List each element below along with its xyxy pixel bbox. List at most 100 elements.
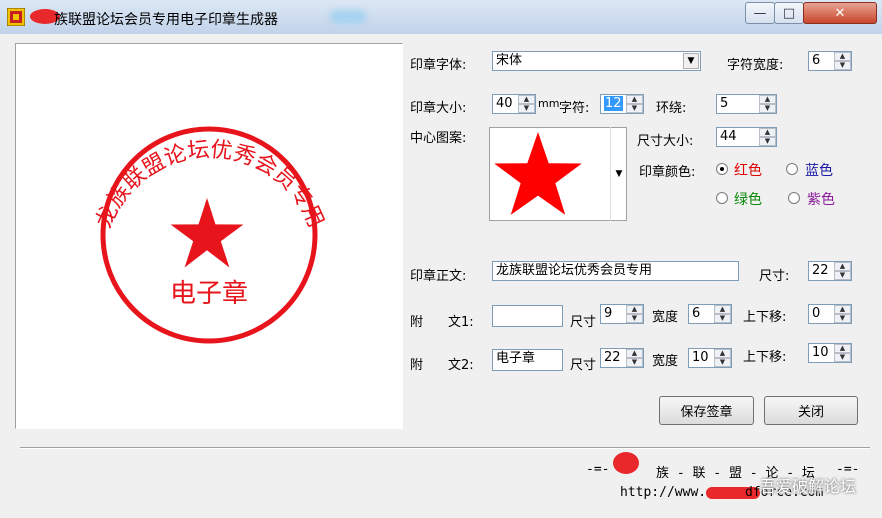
stamp-sub-text: 电子章 <box>170 279 248 309</box>
title-bar: 族联盟论坛会员专用电子印章生成器 — □ ✕ <box>0 0 882 34</box>
spin-up-icon[interactable]: ▲ <box>626 349 643 358</box>
spin-up-icon[interactable]: ▲ <box>759 95 776 104</box>
close-button[interactable]: 关闭 <box>764 396 858 425</box>
spin-up-icon[interactable]: ▲ <box>834 52 851 61</box>
sub2-input[interactable]: 电子章 <box>492 349 563 371</box>
spin-down-icon[interactable]: ▼ <box>714 358 731 367</box>
spin-buttons[interactable]: ▲ ▼ <box>834 305 851 323</box>
spin-buttons[interactable]: ▲ ▼ <box>759 128 776 146</box>
spin-buttons[interactable]: ▲ ▼ <box>714 305 731 323</box>
sub2-label-b: 文2: <box>448 358 474 373</box>
sub2-shift-label: 上下移: <box>743 350 787 365</box>
spin-down-icon[interactable]: ▼ <box>626 104 643 113</box>
spin-down-icon[interactable]: ▼ <box>834 61 851 70</box>
radio-green-label[interactable]: 绿色 <box>734 189 762 209</box>
app-icon <box>7 8 25 26</box>
spin-up-icon[interactable]: ▲ <box>714 349 731 358</box>
font-select[interactable]: 宋体 ▼ <box>492 51 701 71</box>
body-text-value: 龙族联盟论坛优秀会员专用 <box>496 263 653 278</box>
font-label: 印章字体: <box>410 58 467 73</box>
sub2-shift-spinner[interactable]: 10 ▲ ▼ <box>808 343 852 363</box>
spin-buttons[interactable]: ▲ ▼ <box>626 349 643 367</box>
sub1-shift-spinner[interactable]: 0 ▲ ▼ <box>808 304 852 324</box>
pattern-size-spinner[interactable]: 44 ▲ ▼ <box>716 127 777 147</box>
sub1-label-b: 文1: <box>448 315 474 330</box>
char-width-spinner[interactable]: 6 ▲ ▼ <box>808 51 852 71</box>
radio-blue-label[interactable]: 蓝色 <box>805 160 833 180</box>
sub1-width-value: 6 <box>692 306 701 321</box>
sub1-size-label: 尺寸 <box>570 315 597 330</box>
spin-buttons[interactable]: ▲ ▼ <box>834 52 851 70</box>
spin-down-icon[interactable]: ▼ <box>714 314 731 323</box>
body-size-label: 尺寸: <box>759 269 790 284</box>
spin-down-icon[interactable]: ▼ <box>626 314 643 323</box>
radio-green[interactable] <box>716 192 728 204</box>
center-pattern-select[interactable] <box>489 127 627 221</box>
spin-buttons[interactable]: ▲ ▼ <box>834 262 851 280</box>
radio-purple[interactable] <box>788 192 800 204</box>
radio-blue[interactable] <box>786 163 798 175</box>
sub2-size-spinner[interactable]: 22 ▲ ▼ <box>600 348 644 368</box>
body-text-label: 印章正文: <box>410 269 467 284</box>
pattern-dropdown-arrow[interactable]: ▼ <box>610 127 627 221</box>
sub2-width-value: 10 <box>692 350 709 365</box>
body-text-input[interactable]: 龙族联盟论坛优秀会员专用 <box>492 261 739 281</box>
sub1-width-label: 宽度 <box>652 310 679 325</box>
spin-up-icon[interactable]: ▲ <box>834 262 851 271</box>
window-title: 族联盟论坛会员专用电子印章生成器 <box>54 12 278 28</box>
spin-up-icon[interactable]: ▲ <box>714 305 731 314</box>
body-size-spinner[interactable]: 22 ▲ ▼ <box>808 261 852 281</box>
spin-buttons[interactable]: ▲ ▼ <box>759 95 776 113</box>
spin-down-icon[interactable]: ▼ <box>834 271 851 280</box>
sub1-size-spinner[interactable]: 9 ▲ ▼ <box>600 304 644 324</box>
spin-up-icon[interactable]: ▲ <box>518 95 535 104</box>
spin-up-icon[interactable]: ▲ <box>834 305 851 314</box>
spin-buttons[interactable]: ▲ ▼ <box>626 305 643 323</box>
color-label: 印章颜色: <box>639 165 696 180</box>
char-spinner[interactable]: 12 ▲ ▼ <box>600 94 644 114</box>
char-label: 字符: <box>559 101 590 116</box>
chevron-down-icon: ▼ <box>615 169 623 179</box>
sub1-width-spinner[interactable]: 6 ▲ ▼ <box>688 304 732 324</box>
spin-down-icon[interactable]: ▼ <box>759 104 776 113</box>
sub2-size-label: 尺寸 <box>570 358 597 373</box>
close-window-button[interactable]: ✕ <box>803 2 877 24</box>
spin-down-icon[interactable]: ▼ <box>834 314 851 323</box>
spin-down-icon[interactable]: ▼ <box>518 104 535 113</box>
size-spinner[interactable]: 40 ▲ ▼ <box>492 94 536 114</box>
body-size-value: 22 <box>812 263 829 278</box>
radio-red-label[interactable]: 红色 <box>734 160 762 180</box>
spin-down-icon[interactable]: ▼ <box>759 137 776 146</box>
spin-buttons[interactable]: ▲ ▼ <box>626 95 643 113</box>
sub2-width-spinner[interactable]: 10 ▲ ▼ <box>688 348 732 368</box>
watermark: 吾爱破解论坛 <box>760 477 857 496</box>
stamp-star-icon <box>170 198 244 268</box>
sub2-label-a: 附 <box>410 358 424 373</box>
footer-separator <box>20 447 870 449</box>
chevron-down-icon[interactable]: ▼ <box>683 53 699 69</box>
spin-down-icon[interactable]: ▼ <box>626 358 643 367</box>
minimize-button[interactable]: — <box>745 2 775 24</box>
spin-up-icon[interactable]: ▲ <box>834 344 851 353</box>
sub1-input[interactable] <box>492 305 563 327</box>
spin-down-icon[interactable]: ▼ <box>834 353 851 362</box>
size-value: 40 <box>496 96 513 111</box>
star-icon <box>494 132 582 215</box>
spin-up-icon[interactable]: ▲ <box>626 305 643 314</box>
radio-red[interactable] <box>716 163 728 175</box>
save-stamp-button[interactable]: 保存签章 <box>659 396 754 425</box>
ring-spinner[interactable]: 5 ▲ ▼ <box>716 94 777 114</box>
stamp-preview: 龙族联盟论坛优秀会员专用 电子章 <box>15 43 403 429</box>
spin-buttons[interactable]: ▲ ▼ <box>518 95 535 113</box>
spin-buttons[interactable]: ▲ ▼ <box>834 344 851 362</box>
size-label: 印章大小: <box>410 101 467 116</box>
spin-up-icon[interactable]: ▲ <box>626 95 643 104</box>
spin-buttons[interactable]: ▲ ▼ <box>714 349 731 367</box>
font-value: 宋体 <box>496 53 523 68</box>
center-pattern-label: 中心图案: <box>410 131 467 146</box>
char-width-label: 字符宽度: <box>727 58 784 73</box>
spin-up-icon[interactable]: ▲ <box>759 128 776 137</box>
maximize-button[interactable]: □ <box>774 2 804 24</box>
main-window: 族联盟论坛会员专用电子印章生成器 — □ ✕ 龙族联盟论坛优秀会员专用 电子章 … <box>0 0 882 518</box>
radio-purple-label[interactable]: 紫色 <box>807 189 835 209</box>
